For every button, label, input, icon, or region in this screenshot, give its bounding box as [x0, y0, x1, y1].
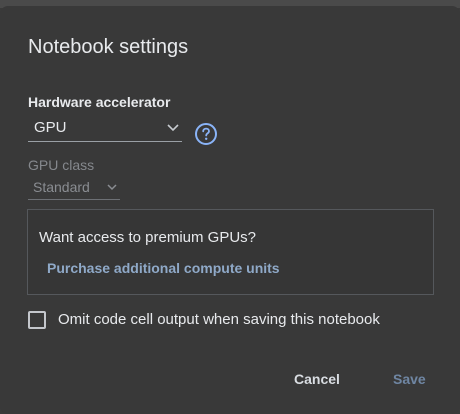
chevron-down-icon [107, 184, 117, 191]
save-button[interactable]: Save [393, 371, 426, 387]
purchase-compute-units-link[interactable]: Purchase additional compute units [47, 260, 280, 276]
notebook-settings-dialog: Notebook settings Hardware accelerator G… [0, 6, 460, 414]
hardware-accelerator-value: GPU [34, 119, 67, 136]
hardware-accelerator-select[interactable]: GPU [28, 116, 182, 142]
help-circle-icon[interactable] [194, 122, 218, 146]
premium-gpu-promo: Want access to premium GPUs? Purchase ad… [27, 209, 434, 295]
chevron-down-icon [167, 124, 179, 132]
hardware-accelerator-label: Hardware accelerator [28, 94, 171, 110]
gpu-class-select[interactable]: Standard [28, 176, 120, 200]
omit-output-label: Omit code cell output when saving this n… [58, 311, 380, 328]
gpu-class-value: Standard [33, 179, 90, 195]
gpu-class-label: GPU class [28, 157, 95, 173]
omit-output-checkbox[interactable] [28, 311, 46, 329]
cancel-button[interactable]: Cancel [294, 371, 340, 387]
promo-question: Want access to premium GPUs? [39, 229, 257, 246]
dialog-title: Notebook settings [28, 36, 189, 58]
